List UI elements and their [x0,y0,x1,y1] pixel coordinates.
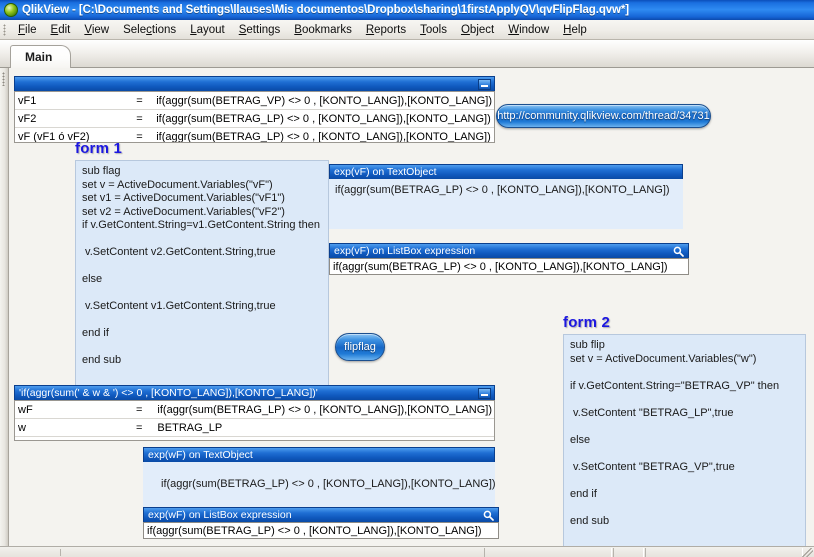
wf-var-eq: = [132,401,155,419]
vf-var-value: if(aggr(sum(BETRAG_LP) <> 0 , [KONTO_LAN… [153,109,494,128]
community-link-button[interactable]: http://community.qlikview.com/thread/347… [496,104,711,128]
vf-variables-caption[interactable] [14,76,495,91]
menu-item-help[interactable]: Help [556,22,594,38]
vf-variables-body: vF1 = if(aggr(sum(BETRAG_VP) <> 0 , [KON… [14,91,495,143]
exp-vf-textobject-caption-text: exp(vF) on TextObject [334,165,437,178]
wf-variables-caption[interactable]: 'if(aggr(sum(' & w & ') <> 0 , [KONTO_LA… [14,385,495,400]
sheet-canvas: vF1 = if(aggr(sum(BETRAG_VP) <> 0 , [KON… [9,68,814,546]
exp-vf-textobject-object: exp(vF) on TextObject if(aggr(sum(BETRAG… [329,164,683,229]
form1-heading: form 1 [75,140,123,157]
menu-item-tools[interactable]: Tools [413,22,454,38]
wf-var-value: if(aggr(sum(BETRAG_LP) <> 0 , [KONTO_LAN… [154,401,494,419]
menu-item-window[interactable]: Window [501,22,556,38]
status-bar-cell-mode [613,548,644,557]
form2-heading: form 2 [563,314,611,331]
menubar: FFileile Edit View Selections Layout Set… [0,20,814,40]
status-bar-cell-selections [484,548,612,557]
sheet-tabstrip: Main [10,44,72,68]
table-row[interactable]: vF2 = if(aggr(sum(BETRAG_LP) <> 0 , [KON… [15,109,494,128]
magnifier-icon[interactable] [671,245,685,258]
flipflag-label: flipflag [344,341,376,353]
left-rail-drag-grip[interactable] [2,72,5,86]
wf-variables-object: 'if(aggr(sum(' & w & ') <> 0 , [KONTO_LA… [14,385,495,441]
menu-item-reports[interactable]: Reports [359,22,413,38]
exp-vf-listbox-value: if(aggr(sum(BETRAG_LP) <> 0 , [KONTO_LAN… [329,258,689,275]
menu-item-bookmarks[interactable]: Bookmarks [287,22,359,38]
resize-grip-icon[interactable] [801,548,813,557]
qlikview-logo-icon [4,3,18,17]
wf-variables-body: wF = if(aggr(sum(BETRAG_LP) <> 0 , [KONT… [14,400,495,441]
menu-item-settings[interactable]: Settings [232,22,288,38]
magnifier-icon[interactable] [481,509,495,522]
menubar-drag-grip[interactable] [3,23,6,36]
exp-wf-textobject-object: exp(wF) on TextObject if(aggr(sum(BETRAG… [143,447,495,510]
exp-wf-textobject-caption[interactable]: exp(wF) on TextObject [143,447,495,462]
vf-var-name: vF2 [15,109,134,128]
vf-var-value: if(aggr(sum(BETRAG_LP) <> 0 , [KONTO_LAN… [153,127,494,142]
wf-var-name: wF [15,401,133,419]
exp-wf-listbox-caption[interactable]: exp(wF) on ListBox expression [143,507,499,522]
vf-variables-minimize-button[interactable] [478,78,491,90]
exp-wf-textobject-value: if(aggr(sum(BETRAG_LP) <> 0 , [KONTO_LAN… [143,462,495,510]
menu-item-layout[interactable]: Layout [183,22,232,38]
menu-item-object[interactable]: Object [454,22,501,38]
table-row[interactable]: vF1 = if(aggr(sum(BETRAG_VP) <> 0 , [KON… [15,92,494,110]
exp-vf-textobject-value: if(aggr(sum(BETRAG_LP) <> 0 , [KONTO_LAN… [329,179,683,229]
exp-wf-textobject-caption-text: exp(wF) on TextObject [148,448,253,461]
minimize-icon [481,84,488,87]
menu-item-edit[interactable]: Edit [44,22,78,38]
vf-variables-table: vF1 = if(aggr(sum(BETRAG_VP) <> 0 , [KON… [15,92,494,142]
table-row[interactable]: wF = if(aggr(sum(BETRAG_LP) <> 0 , [KONT… [15,401,494,419]
vf-var-eq: = [133,127,154,142]
flipflag-button[interactable]: flipflag [335,333,385,361]
status-bar-divider [60,549,61,556]
sheet-tab-bar: Main [0,40,814,68]
menu-item-selections[interactable]: Selections [116,22,183,38]
exp-wf-listbox-value: if(aggr(sum(BETRAG_LP) <> 0 , [KONTO_LAN… [143,522,499,539]
vf-var-eq: = [133,92,154,110]
form2-code-textobject: sub flip set v = ActiveDocument.Variable… [563,334,806,546]
exp-vf-listbox-caption[interactable]: exp(vF) on ListBox expression [329,243,689,258]
exp-wf-listbox-caption-text: exp(wF) on ListBox expression [148,508,292,521]
status-bar-cell-info [645,548,803,557]
wf-var-eq: = [132,418,155,437]
exp-vf-listbox-object: exp(vF) on ListBox expression if(aggr(su… [329,243,689,275]
vf-var-name: vF1 [15,92,134,110]
wf-var-name: w [15,418,133,437]
window-title: QlikView - [C:\Documents and Settings\ll… [22,4,629,16]
exp-vf-listbox-caption-text: exp(vF) on ListBox expression [334,244,476,257]
window-titlebar: QlikView - [C:\Documents and Settings\ll… [0,0,814,21]
menu-item-file[interactable]: FFileile [11,22,44,38]
menu-item-view[interactable]: View [77,22,116,38]
community-link-label: http://community.qlikview.com/thread/347… [497,110,710,122]
minimize-icon [481,393,488,396]
wf-variables-table: wF = if(aggr(sum(BETRAG_LP) <> 0 , [KONT… [15,401,494,437]
exp-vf-textobject-caption[interactable]: exp(vF) on TextObject [329,164,683,179]
vf-var-eq: = [133,109,154,128]
table-row[interactable]: w = BETRAG_LP [15,418,494,437]
wf-variables-caption-text: 'if(aggr(sum(' & w & ') <> 0 , [KONTO_LA… [19,386,318,399]
wf-var-value: BETRAG_LP [154,418,494,437]
wf-variables-minimize-button[interactable] [478,387,491,399]
qlikview-application-window: QlikView - [C:\Documents and Settings\ll… [0,0,814,557]
sheet-tab-main[interactable]: Main [10,45,72,68]
vf-var-value: if(aggr(sum(BETRAG_VP) <> 0 , [KONTO_LAN… [153,92,494,110]
vf-variables-object: vF1 = if(aggr(sum(BETRAG_VP) <> 0 , [KON… [14,76,495,143]
sheet-tab-main-label: Main [25,50,53,64]
exp-wf-listbox-object: exp(wF) on ListBox expression if(aggr(su… [143,507,499,539]
left-toolbar-rail [0,68,9,546]
status-bar [0,546,814,557]
